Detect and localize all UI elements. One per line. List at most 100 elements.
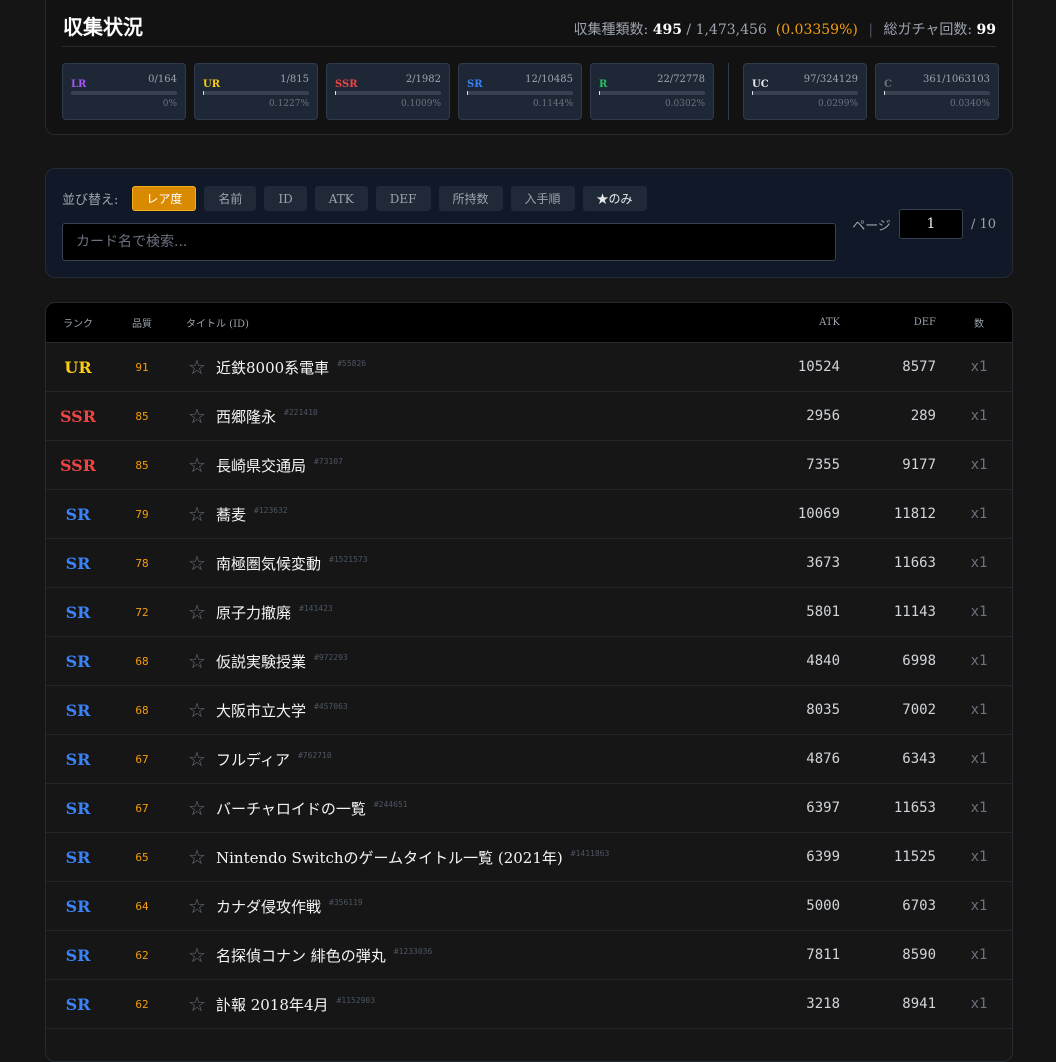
star-outline-icon[interactable]: ☆ <box>188 943 216 967</box>
rank: SSR <box>59 455 97 475</box>
def: 11653 <box>893 800 936 816</box>
atk: 4840 <box>806 653 840 669</box>
star-outline-icon[interactable]: ☆ <box>188 796 216 820</box>
star-outline-icon[interactable]: ☆ <box>188 502 216 526</box>
progress-fill <box>467 91 469 95</box>
quality: 72 <box>135 605 149 619</box>
table-row[interactable]: SR 62 ☆ 訃報 2018年4月 #1152903 3218 8941 x1 <box>46 980 1012 1029</box>
progress-fill <box>752 91 754 95</box>
header-quality[interactable]: 品質 <box>116 303 168 342</box>
star-outline-icon[interactable]: ☆ <box>188 551 216 575</box>
rank: SR <box>65 651 91 671</box>
star-outline-icon[interactable]: ☆ <box>188 404 216 428</box>
rarity-card-sr: SR 12/10485 0.1144% <box>458 63 582 120</box>
table-row[interactable]: SR 78 ☆ 南極圏気候変動 #1521573 3673 11663 x1 <box>46 539 1012 588</box>
owned-count: x1 <box>970 555 988 571</box>
search-input[interactable] <box>62 223 836 261</box>
owned-count: x1 <box>970 849 988 865</box>
star-outline-icon[interactable]: ☆ <box>188 747 216 771</box>
rank: SR <box>65 749 91 769</box>
owned-count: x1 <box>970 996 988 1012</box>
header-atk[interactable]: ATK <box>740 303 840 342</box>
filter-panel: 並び替え: レア度名前 ID ATK DEF 所持数入手順 ★のみ ページ / 10 <box>45 168 1013 278</box>
table-row[interactable]: SSR 85 ☆ 西郷隆永 #221410 2956 289 x1 <box>46 392 1012 441</box>
rarity-percent: 0.0340% <box>949 99 990 109</box>
table-row[interactable]: SR 64 ☆ カナダ侵攻作戦 #356119 5000 6703 x1 <box>46 882 1012 931</box>
table-row[interactable]: SSR 85 ☆ 長崎県交通局 #73107 7355 9177 x1 <box>46 441 1012 490</box>
def: 11143 <box>893 604 936 620</box>
card-title: 長崎県交通局 <box>216 456 307 475</box>
sort-button-6[interactable]: 入手順 <box>510 186 575 211</box>
rarity-label: LR <box>71 79 87 90</box>
table-row[interactable]: SR 68 ☆ 仮説実験授業 #972293 4840 6998 x1 <box>46 637 1012 686</box>
title-cell: ☆ 名探偵コナン 緋色の弾丸 #1233036 <box>186 931 752 979</box>
star-outline-icon[interactable]: ☆ <box>188 894 216 918</box>
owned-count: x1 <box>970 506 988 522</box>
atk: 10524 <box>797 359 840 375</box>
header-rank[interactable]: ランク <box>46 303 110 342</box>
rank: SR <box>65 504 91 524</box>
star-outline-icon[interactable]: ☆ <box>188 992 216 1016</box>
rarity-percent: 0.0302% <box>664 99 705 109</box>
table-row[interactable]: SR 62 ☆ 名探偵コナン 緋色の弾丸 #1233036 7811 8590 x1 <box>46 931 1012 980</box>
table-row[interactable]: SR 79 ☆ 蕎麦 #123632 10069 11812 x1 <box>46 490 1012 539</box>
star-outline-icon[interactable]: ☆ <box>188 453 216 477</box>
table-row[interactable]: SR 65 ☆ Nintendo Switchのゲームタイトル一覧 (2021年) #1… <box>46 833 1012 882</box>
table-row[interactable]: UR 91 ☆ 近鉄8000系電車 #55826 10524 8577 x1 <box>46 343 1012 392</box>
title-cell: ☆ 大阪市立大学 #457063 <box>186 686 752 734</box>
sort-button-3[interactable]: ATK <box>314 186 368 211</box>
sort-button-0[interactable]: レア度 <box>132 186 197 211</box>
owned-count: x1 <box>970 947 988 963</box>
rarity-card-ur: UR 1/815 0.1227% <box>194 63 318 120</box>
card-id: #244651 <box>373 799 408 809</box>
total-count: / 1,473,456 <box>686 22 767 38</box>
sort-button-4[interactable]: DEF <box>375 186 431 211</box>
owned-count: x1 <box>970 898 988 914</box>
card-id: #1233036 <box>393 946 433 956</box>
header-title[interactable]: タイトル (ID) <box>186 303 752 342</box>
sort-button-5[interactable]: 所持数 <box>438 186 503 211</box>
quality: 68 <box>135 703 149 717</box>
rarity-count: 22/72778 <box>657 74 705 85</box>
title-cell: ☆ フルディア #762710 <box>186 735 752 783</box>
star-outline-icon[interactable]: ☆ <box>188 649 216 673</box>
card-title: バーチャロイドの一覧 <box>216 799 366 818</box>
star-outline-icon[interactable]: ☆ <box>188 845 216 869</box>
card-id: #221410 <box>284 407 318 417</box>
header-count[interactable]: 数 <box>946 303 1012 342</box>
rarity-card-lr: LR 0/164 0% <box>62 63 186 120</box>
rarity-card-c: C 361/1063103 0.0340% <box>875 63 999 120</box>
table-row[interactable]: SR 67 ☆ バーチャロイドの一覧 #244651 6397 11653 x1 <box>46 784 1012 833</box>
rarity-count: 361/1063103 <box>923 74 990 85</box>
atk: 7811 <box>806 947 840 963</box>
owned-count: x1 <box>970 604 988 620</box>
progress-bar <box>884 91 990 95</box>
quality: 85 <box>135 409 149 423</box>
page-input[interactable] <box>898 209 963 239</box>
sort-button-2[interactable]: ID <box>264 186 307 211</box>
star-outline-icon[interactable]: ☆ <box>188 698 216 722</box>
rarity-label: C <box>884 79 892 90</box>
card-table: ランク 品質 タイトル (ID) ATK DEF 数 UR 91 ☆ 近鉄8000系電… <box>45 302 1013 1062</box>
quality: 85 <box>135 458 149 472</box>
def: 6998 <box>902 653 936 669</box>
table-row[interactable]: SR 72 ☆ 原子力撤廃 #141423 5801 11143 x1 <box>46 588 1012 637</box>
title-cell: ☆ 蕎麦 #123632 <box>186 490 752 538</box>
star-outline-icon[interactable]: ☆ <box>188 600 216 624</box>
title-cell: ☆ 原子力撤廃 #141423 <box>186 588 752 636</box>
table-row[interactable]: SR 67 ☆ フルディア #762710 4876 6343 x1 <box>46 735 1012 784</box>
card-title: 西郷隆永 <box>216 407 277 426</box>
table-row[interactable]: SR 68 ☆ 大阪市立大学 #457063 8035 7002 x1 <box>46 686 1012 735</box>
sort-button-1[interactable]: 名前 <box>204 186 257 211</box>
header-def[interactable]: DEF <box>836 303 936 342</box>
quality: 91 <box>135 360 149 374</box>
def: 289 <box>910 408 936 424</box>
card-id: #1411863 <box>570 848 610 858</box>
card-id: #972293 <box>314 652 348 662</box>
quality: 79 <box>135 507 149 521</box>
card-id: #55826 <box>337 358 367 368</box>
progress-bar <box>752 91 858 95</box>
progress-fill <box>884 91 886 95</box>
favorites-only-button[interactable]: ★のみ <box>582 186 647 211</box>
star-outline-icon[interactable]: ☆ <box>188 355 216 379</box>
